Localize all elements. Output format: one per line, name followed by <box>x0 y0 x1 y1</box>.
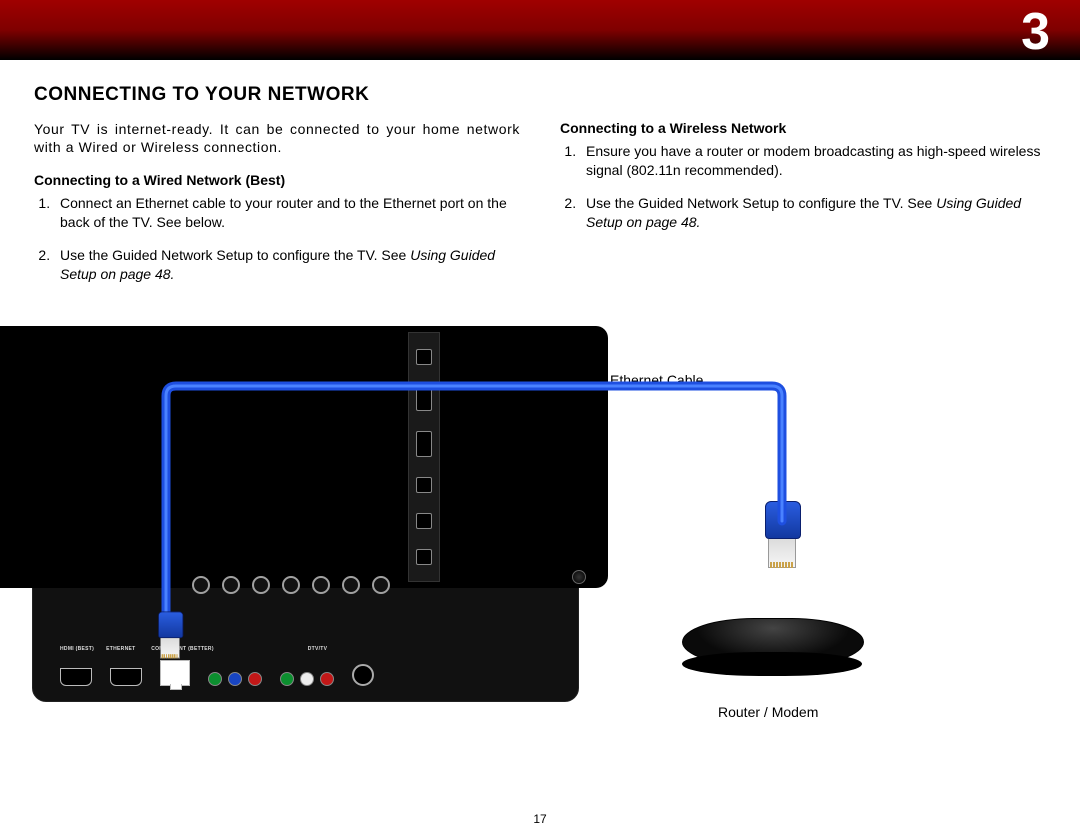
usb-port-icon <box>416 349 432 365</box>
router-icon <box>682 618 862 680</box>
router-label: Router / Modem <box>718 704 818 720</box>
port-label-row: HDMI (BEST) ETHERNET COMPONENT (BETTER) … <box>60 646 390 652</box>
left-column: Your TV is internet-ready. It can be con… <box>34 120 520 298</box>
list-item: Use the Guided Network Setup to configur… <box>580 194 1046 232</box>
wired-heading: Connecting to a Wired Network (Best) <box>34 172 520 188</box>
wireless-steps: Ensure you have a router or modem broadc… <box>560 142 1046 232</box>
list-item: Use the Guided Network Setup to configur… <box>54 246 520 284</box>
hdmi-port-icon <box>416 431 432 457</box>
rca-jack-row <box>192 576 390 594</box>
rj45-plug-icon <box>765 501 799 571</box>
connection-diagram: HDMI (BEST) ETHERNET COMPONENT (BETTER) … <box>0 326 1080 806</box>
chapter-number: 3 <box>1021 2 1050 62</box>
bottom-port-row <box>60 660 386 686</box>
section-title: CONNECTING TO YOUR NETWORK <box>34 84 1046 106</box>
hdmi-port-icon <box>60 668 92 686</box>
ethernet-cable-label: Ethernet Cable <box>610 372 703 388</box>
screw-icon <box>572 570 586 584</box>
chapter-header-bar: 3 <box>0 0 1080 60</box>
hdmi-port-icon <box>110 668 142 686</box>
hdmi-port-icon <box>416 385 432 411</box>
composite-port-group <box>280 672 334 686</box>
step-text: Use the Guided Network Setup to configur… <box>60 247 410 263</box>
ethernet-port-icon <box>160 660 190 686</box>
list-item: Ensure you have a router or modem broadc… <box>580 142 1046 180</box>
step-text: Use the Guided Network Setup to configur… <box>586 195 936 211</box>
right-column: Connecting to a Wireless Network Ensure … <box>560 120 1046 298</box>
optical-port-icon <box>416 477 432 493</box>
intro-paragraph: Your TV is internet-ready. It can be con… <box>34 120 520 156</box>
back-of-tv-label: BACK OF TV <box>38 780 135 797</box>
tv-back-upper <box>0 326 608 588</box>
wireless-heading: Connecting to a Wireless Network <box>560 120 1046 136</box>
wired-steps: Connect an Ethernet cable to your router… <box>34 194 520 284</box>
list-item: Connect an Ethernet cable to your router… <box>54 194 520 232</box>
component-port-group <box>208 672 262 686</box>
audio-out-port-icon <box>416 513 432 529</box>
coax-port-icon <box>352 664 374 686</box>
vertical-io-strip <box>408 332 440 582</box>
audio-out-port-icon <box>416 549 432 565</box>
rj45-plug-icon <box>158 612 182 661</box>
page-number: 17 <box>0 812 1080 826</box>
